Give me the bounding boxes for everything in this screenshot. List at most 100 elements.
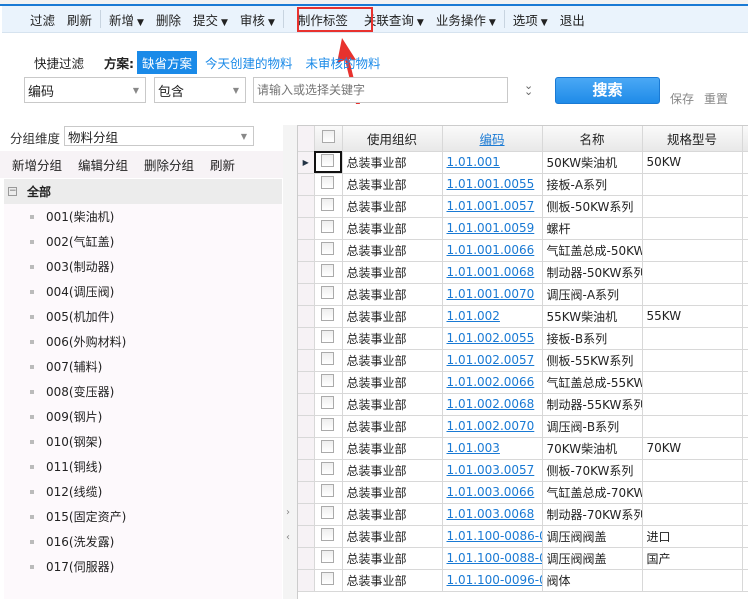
toolbar-button[interactable]: 选项 ▼ [507,10,554,29]
cell-code[interactable]: 1.01.002.0070 [442,415,543,438]
code-link[interactable]: 1.01.001.0059 [447,221,535,235]
table-row[interactable]: 总装事业部 1.01.002.0055 接板-B系列 [298,327,748,350]
cell-code[interactable]: 1.01.001.0070 [442,283,543,306]
code-link[interactable]: 1.01.100-0096-00 [447,573,542,587]
row-checkbox[interactable] [314,371,343,394]
cell-code[interactable]: 1.01.001 [442,151,543,174]
code-link[interactable]: 1.01.001.0068 [447,265,535,279]
collapse-icon[interactable]: − [8,187,17,196]
dropdown-caret-icon[interactable]: ▼ [489,18,496,28]
group-action-button[interactable]: 编辑分组 [78,155,128,174]
scheme-option[interactable]: 今天创建的物料 [200,51,298,74]
code-link[interactable]: 1.01.001.0057 [447,199,535,213]
panel-splitter[interactable]: › ‹ [283,125,297,599]
group-dimension-select[interactable]: 物料分组 ▼ [64,126,254,146]
row-checkbox[interactable] [314,217,343,240]
table-row[interactable]: 总装事业部 1.01.003.0068 制动器-70KW系列 [298,503,748,526]
cell-code[interactable]: 1.01.002.0066 [442,371,543,394]
save-scheme-button[interactable]: 保存 [670,90,694,107]
search-operator-select[interactable]: 包含 ▼ [154,77,246,103]
cell-code[interactable]: 1.01.001.0068 [442,261,543,284]
row-checkbox[interactable] [314,261,343,284]
table-row[interactable]: 总装事业部 1.01.001.0057 侧板-50KW系列 [298,195,748,218]
column-header-code-link[interactable]: 编码 [479,132,504,147]
row-checkbox[interactable] [314,415,343,438]
table-row[interactable]: 总装事业部 1.01.002.0070 调压阀-B系列 [298,415,748,438]
code-link[interactable]: 1.01.002.0066 [447,375,535,389]
row-checkbox[interactable] [314,283,343,306]
tree-item[interactable]: 005(机加件) [4,304,282,329]
tree-item[interactable]: 008(变压器) [4,379,282,404]
cell-code[interactable]: 1.01.002.0055 [442,327,543,350]
scheme-option[interactable]: 缺省方案 [137,51,198,74]
table-row[interactable]: 总装事业部 1.01.002.0068 制动器-55KW系列 [298,393,748,416]
cell-code[interactable]: 1.01.001.0059 [442,217,543,240]
toolbar-button[interactable]: 业务操作 ▼ [430,10,502,29]
column-header-code[interactable]: 编码 [442,126,543,152]
collapse-left-icon[interactable]: ‹ [286,532,290,543]
group-action-button[interactable]: 刷新 [210,155,235,174]
table-row[interactable]: 总装事业部 1.01.003.0066 气缸盖总成-70KW [298,481,748,504]
cell-code[interactable]: 1.01.100-0086-00 [442,525,543,548]
tree-item[interactable]: 001(柴油机) [4,204,282,229]
group-action-button[interactable]: 删除分组 [144,155,194,174]
row-checkbox[interactable] [314,239,343,262]
expand-right-icon[interactable]: › [286,507,290,518]
tree-item[interactable]: 017(伺服器) [4,554,282,579]
cell-code[interactable]: 1.01.100-0088-00 [442,547,543,570]
row-checkbox[interactable] [314,547,343,570]
search-field-select[interactable]: 编码 ▼ [24,77,146,103]
row-checkbox[interactable] [314,327,343,350]
row-checkbox[interactable] [314,459,343,482]
toolbar-button[interactable]: 刷新 [61,10,98,29]
cell-code[interactable]: 1.01.001.0057 [442,195,543,218]
reset-button[interactable]: 重置 [704,90,728,107]
tree-item[interactable]: 004(调压阀) [4,279,282,304]
row-checkbox[interactable] [314,503,343,526]
scheme-option[interactable]: 未审核的物料 [301,51,386,74]
cell-code[interactable]: 1.01.003.0068 [442,503,543,526]
row-checkbox[interactable] [314,195,343,218]
code-link[interactable]: 1.01.001.0055 [447,177,535,191]
code-link[interactable]: 1.01.003.0066 [447,485,535,499]
cell-code[interactable]: 1.01.002.0068 [442,393,543,416]
dropdown-caret-icon[interactable]: ▼ [417,18,424,28]
cell-code[interactable]: 1.01.001.0066 [442,239,543,262]
cell-code[interactable]: 1.01.003.0066 [442,481,543,504]
code-link[interactable]: 1.01.002.0055 [447,331,535,345]
row-checkbox[interactable] [314,151,343,174]
table-row[interactable]: 总装事业部 1.01.001.0066 气缸盖总成-50KW [298,239,748,262]
table-row[interactable]: 总装事业部 1.01.001.0055 接板-A系列 [298,173,748,196]
row-checkbox[interactable] [314,173,343,196]
code-link[interactable]: 1.01.002.0057 [447,353,535,367]
tree-item[interactable]: 012(线缆) [4,479,282,504]
table-row[interactable]: 总装事业部 1.01.001.0070 调压阀-A系列 [298,283,748,306]
table-row[interactable]: 总装事业部 1.01.003 70KW柴油机 70KW [298,437,748,460]
group-action-button[interactable]: 新增分组 [12,155,62,174]
dropdown-caret-icon[interactable]: ▼ [221,18,228,28]
cell-code[interactable]: 1.01.002 [442,305,543,328]
dropdown-caret-icon[interactable]: ▼ [541,18,548,28]
code-link[interactable]: 1.01.100-0086-00 [447,529,542,543]
tree-item[interactable]: 003(制动器) [4,254,282,279]
table-row[interactable]: 总装事业部 1.01.001.0068 制动器-50KW系列 [298,261,748,284]
tree-root[interactable]: − 全部 [4,179,282,204]
row-checkbox[interactable] [314,349,343,372]
row-checkbox[interactable] [314,525,343,548]
toolbar-button[interactable]: 提交 ▼ [187,10,234,29]
toolbar-button[interactable]: 过滤 [24,10,61,29]
tree-item[interactable]: 006(外购材料) [4,329,282,354]
select-all-checkbox[interactable] [314,126,343,152]
cell-code[interactable]: 1.01.100-0096-00 [442,569,543,592]
dropdown-caret-icon[interactable]: ▼ [268,18,275,28]
cell-code[interactable]: 1.01.003.0057 [442,459,543,482]
toolbar-button[interactable]: 删除 [150,10,187,29]
code-link[interactable]: 1.01.002.0068 [447,397,535,411]
row-checkbox[interactable] [314,569,343,592]
code-link[interactable]: 1.01.001.0066 [447,243,535,257]
table-row[interactable]: 总装事业部 1.01.001.0059 螺杆 [298,217,748,240]
tree-item[interactable]: 007(辅料) [4,354,282,379]
column-header-name[interactable]: 名称 [542,126,643,152]
code-link[interactable]: 1.01.002.0070 [447,419,535,433]
cell-code[interactable]: 1.01.001.0055 [442,173,543,196]
